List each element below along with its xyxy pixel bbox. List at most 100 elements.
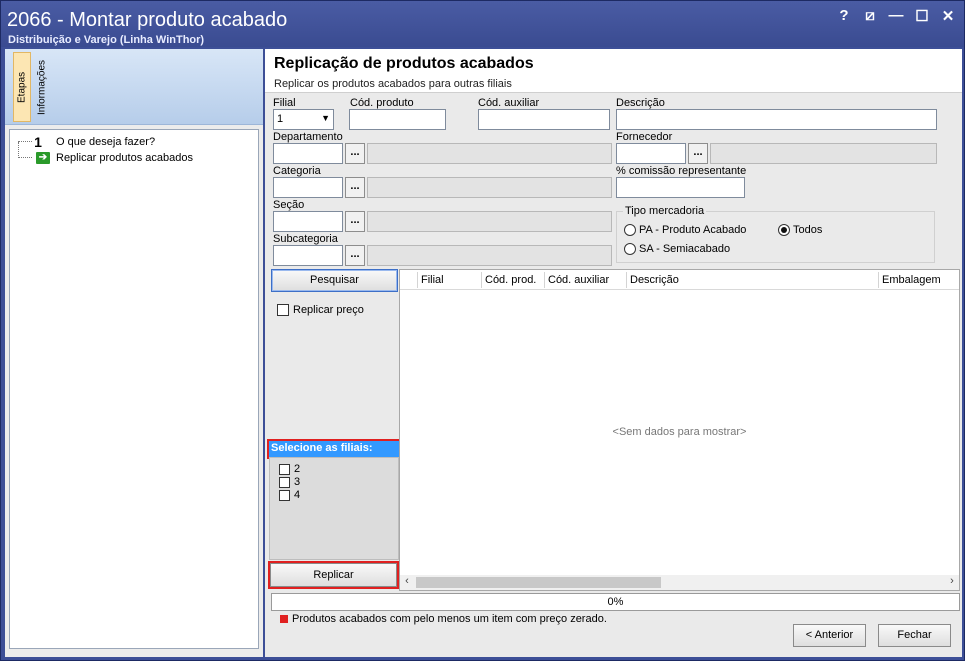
page-title: Replicação de produtos acabados bbox=[274, 55, 534, 72]
comissao-label: % comissão representante bbox=[616, 165, 747, 177]
title-bar: 2066 - Montar produto acabado Distribuiç… bbox=[1, 1, 964, 47]
radio-pa-label: PA - Produto Acabado bbox=[639, 224, 747, 236]
subcategoria-label: Subcategoria bbox=[273, 233, 338, 245]
step-item-1[interactable]: 1 O que deseja fazer? bbox=[18, 134, 155, 150]
departamento-label: Departamento bbox=[273, 131, 343, 143]
fechar-button[interactable]: Fechar bbox=[878, 624, 951, 647]
filiais-header: Selecione as filiais: bbox=[267, 439, 401, 459]
minimize-icon[interactable]: — bbox=[888, 7, 904, 25]
radio-todos[interactable]: Todos bbox=[778, 224, 822, 236]
secao-desc bbox=[367, 211, 612, 232]
results-grid[interactable]: Filial Cód. prod. Cód. auxiliar Descriçã… bbox=[399, 269, 960, 591]
tree-connector bbox=[18, 134, 32, 142]
column-embalagem[interactable]: Embalagem bbox=[882, 274, 941, 286]
radio-todos-label: Todos bbox=[793, 224, 823, 236]
secao-label: Seção bbox=[273, 199, 305, 211]
subcategoria-search-button[interactable]: ... bbox=[345, 245, 365, 266]
step-item-2[interactable]: ➔ Replicar produtos acabados bbox=[18, 142, 193, 166]
filial-label-3: 3 bbox=[294, 476, 301, 488]
arrow-right-icon: ➔ bbox=[36, 152, 50, 164]
checkbox-box bbox=[279, 489, 290, 501]
radio-circle bbox=[624, 243, 636, 255]
filial-value: 1 bbox=[277, 113, 284, 125]
wizard-tabs: Etapas Informações bbox=[5, 49, 263, 125]
subcategoria-input[interactable] bbox=[273, 245, 343, 266]
fornecedor-search-button[interactable]: ... bbox=[688, 143, 708, 164]
fornecedor-input[interactable] bbox=[616, 143, 686, 164]
column-separator bbox=[544, 272, 545, 288]
filial-label-4: 4 bbox=[294, 489, 301, 501]
help-icon[interactable]: ? bbox=[836, 7, 852, 25]
descricao-label: Descrição bbox=[616, 97, 665, 109]
column-separator bbox=[878, 272, 879, 288]
anterior-button[interactable]: < Anterior bbox=[793, 624, 866, 647]
maximize-icon[interactable]: ☐ bbox=[914, 7, 930, 25]
filial-label-2: 2 bbox=[294, 463, 301, 475]
empty-grid-text: <Sem dados para mostrar> bbox=[612, 426, 747, 438]
step-label: Replicar produtos acabados bbox=[56, 152, 193, 164]
filial-checkbox-3[interactable]: 3 bbox=[279, 476, 300, 488]
window-controls: ? ⧄ — ☐ ✕ bbox=[836, 7, 956, 25]
tipo-mercadoria-group: Tipo mercadoria PA - Produto Acabado Tod… bbox=[616, 205, 935, 263]
checkbox-box bbox=[277, 304, 289, 316]
scroll-right-icon[interactable]: › bbox=[945, 575, 959, 587]
categoria-label: Categoria bbox=[273, 165, 321, 177]
steps-tree: 1 O que deseja fazer? ➔ Replicar produto… bbox=[9, 129, 259, 649]
descricao-input[interactable] bbox=[616, 109, 937, 130]
column-separator bbox=[626, 272, 627, 288]
radio-pa[interactable]: PA - Produto Acabado bbox=[624, 224, 746, 236]
filiais-list: 2 3 4 bbox=[269, 457, 399, 560]
legend-text: Produtos acabados com pelo menos um item… bbox=[292, 613, 607, 625]
column-cod-prod[interactable]: Cód. prod. bbox=[485, 274, 536, 286]
scroll-thumb[interactable] bbox=[416, 577, 661, 588]
departamento-desc bbox=[367, 143, 612, 164]
step-number: 1 bbox=[34, 134, 42, 150]
cod-auxiliar-input[interactable] bbox=[478, 109, 610, 130]
column-separator bbox=[481, 272, 482, 288]
tipo-mercadoria-legend: Tipo mercadoria bbox=[623, 205, 707, 217]
filial-label: Filial bbox=[273, 97, 296, 109]
app-window: 2066 - Montar produto acabado Distribuiç… bbox=[0, 0, 965, 661]
replicar-preco-checkbox[interactable]: Replicar preço bbox=[277, 304, 364, 316]
categoria-search-button[interactable]: ... bbox=[345, 177, 365, 198]
close-icon[interactable]: ✕ bbox=[940, 7, 956, 25]
checkbox-box bbox=[279, 463, 290, 475]
tab-etapas[interactable]: Etapas bbox=[13, 52, 31, 122]
column-cod-auxiliar[interactable]: Cód. auxiliar bbox=[548, 274, 609, 286]
progress-bar: 0% bbox=[271, 593, 960, 611]
departamento-input[interactable] bbox=[273, 143, 343, 164]
radio-circle bbox=[624, 224, 636, 236]
categoria-desc bbox=[367, 177, 612, 198]
cod-auxiliar-label: Cód. auxiliar bbox=[478, 97, 540, 109]
departamento-search-button[interactable]: ... bbox=[345, 143, 365, 164]
cod-produto-label: Cód. produto bbox=[350, 97, 414, 109]
cod-produto-input[interactable] bbox=[349, 109, 446, 130]
replicar-button[interactable]: Replicar bbox=[268, 561, 399, 589]
horizontal-scrollbar[interactable]: ‹ › bbox=[400, 575, 959, 590]
tree-connector bbox=[18, 142, 32, 158]
radio-circle-selected bbox=[778, 224, 790, 236]
filial-checkbox-2[interactable]: 2 bbox=[279, 463, 300, 475]
secao-search-button[interactable]: ... bbox=[345, 211, 365, 232]
scroll-left-icon[interactable]: ‹ bbox=[400, 575, 414, 587]
window-title: 2066 - Montar produto acabado bbox=[7, 9, 288, 31]
window-subtitle: Distribuição e Varejo (Linha WinThor) bbox=[8, 34, 205, 46]
pesquisar-button[interactable]: Pesquisar bbox=[271, 269, 398, 292]
column-filial[interactable]: Filial bbox=[421, 274, 444, 286]
column-descricao[interactable]: Descrição bbox=[630, 274, 679, 286]
filial-checkbox-4[interactable]: 4 bbox=[279, 489, 300, 501]
wizard-panel: Etapas Informações 1 O que deseja fazer?… bbox=[5, 49, 263, 657]
tab-informacoes[interactable]: Informações bbox=[33, 52, 51, 122]
chevron-down-icon: ▼ bbox=[321, 113, 330, 123]
step-label: O que deseja fazer? bbox=[56, 136, 156, 148]
secao-input[interactable] bbox=[273, 211, 343, 232]
categoria-input[interactable] bbox=[273, 177, 343, 198]
page-subtitle: Replicar os produtos acabados para outra… bbox=[274, 78, 512, 90]
comissao-input[interactable] bbox=[616, 177, 745, 198]
restore-icon[interactable]: ⧄ bbox=[862, 7, 878, 25]
checkbox-box bbox=[279, 476, 290, 488]
replicar-preco-label: Replicar preço bbox=[293, 304, 364, 316]
legend-color-square bbox=[280, 615, 288, 623]
radio-sa[interactable]: SA - Semiacabado bbox=[624, 243, 730, 255]
filial-select[interactable]: 1 ▼ bbox=[273, 109, 334, 130]
